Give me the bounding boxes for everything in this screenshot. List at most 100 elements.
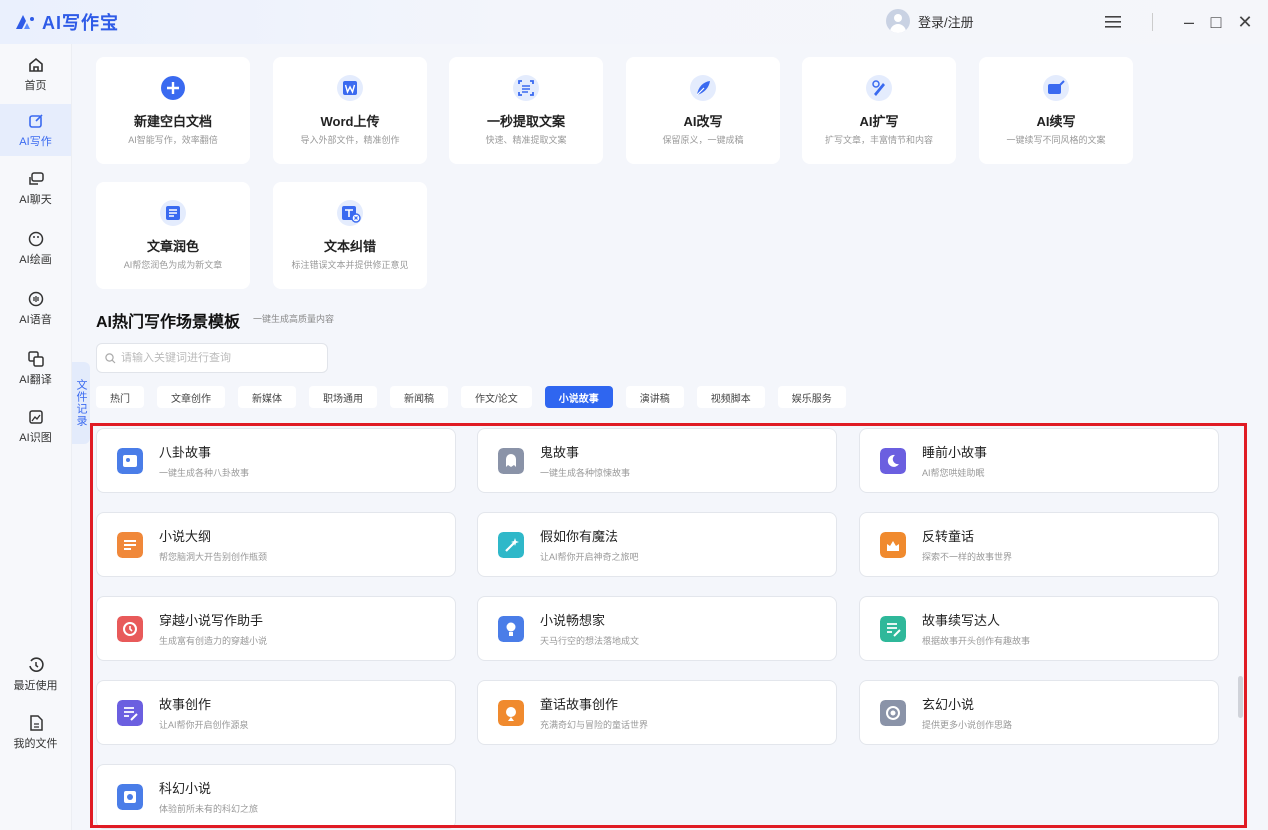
- plus-icon: [161, 76, 185, 100]
- search-input[interactable]: [121, 352, 321, 364]
- template-card[interactable]: 童话故事创作充满奇幻与冒险的童话世界: [477, 680, 837, 745]
- template-card[interactable]: 穿越小说写作助手 生成富有创造力的穿越小说: [96, 596, 456, 661]
- tool-title: AI扩写: [859, 114, 899, 129]
- template-card[interactable]: 故事创作让AI帮你开启创作源泉: [96, 680, 456, 745]
- template-subtitle: 一键生成各种惊悚故事: [540, 468, 631, 478]
- tool-title: AI改写: [683, 114, 723, 129]
- sidebar-item-label: 我的文件: [13, 737, 58, 750]
- template-subtitle: 充满奇幻与冒险的童话世界: [540, 720, 649, 730]
- tool-new-blank-doc[interactable]: 新建空白文档 AI智能写作，效率翻倍: [96, 57, 250, 164]
- tab-video-script[interactable]: 视频脚本: [696, 386, 765, 408]
- tool-ai-rewrite[interactable]: AI改写 保留原义，一键成稿: [626, 57, 780, 164]
- template-card[interactable]: 反转童话 探索不一样的故事世界: [859, 512, 1219, 577]
- template-title: 科幻小说: [159, 781, 212, 796]
- template-subtitle: 提供更多小说创作思路: [922, 720, 1013, 730]
- tab-article[interactable]: 文章创作: [157, 386, 225, 408]
- tab-press-release[interactable]: 新闻稿: [390, 386, 448, 408]
- sidebar-item-home[interactable]: 首页: [0, 48, 71, 100]
- tool-title: 文本纠错: [323, 239, 376, 254]
- fairy-tale-creation-icon: [498, 699, 524, 726]
- sidebar-item-ai-image-recognition[interactable]: AI识图: [0, 400, 71, 452]
- template-search[interactable]: [96, 343, 328, 373]
- template-title: 故事续写达人: [922, 613, 1001, 628]
- template-card[interactable]: 小说大纲 帮您脑洞大开告别创作瓶颈: [96, 512, 456, 577]
- time-travel-icon: [117, 615, 143, 642]
- template-title: 童话故事创作: [540, 697, 619, 712]
- template-subtitle: 体验前所未有的科幻之旅: [159, 804, 259, 814]
- tool-subtitle: 保留原义，一键成稿: [662, 135, 744, 145]
- tab-hot[interactable]: 热门: [96, 386, 144, 408]
- text-correction-icon: [337, 200, 363, 226]
- hamburger-menu-icon[interactable]: [1101, 10, 1125, 34]
- template-title: 鬼故事: [540, 445, 580, 460]
- story-continue-icon: [880, 615, 906, 642]
- tool-ai-expand[interactable]: AI扩写 扩写文章，丰富情节和内容: [802, 57, 956, 164]
- sci-fi-novel-icon: [117, 783, 143, 810]
- tool-extract-text[interactable]: 一秒提取文案 快速、精准提取文案: [449, 57, 603, 164]
- sidebar-item-ai-translate[interactable]: AI翻译: [0, 342, 71, 394]
- sidebar-item-ai-voice[interactable]: AI语音: [0, 282, 71, 334]
- tool-polish-article[interactable]: 文章润色 AI帮您润色为成为新文章: [96, 182, 250, 289]
- home-icon: [28, 57, 43, 72]
- template-card[interactable]: 假如你有魔法 让AI帮你开启神奇之旅吧: [477, 512, 837, 577]
- tab-entertainment[interactable]: 娱乐服务: [777, 386, 846, 408]
- tool-text-correction[interactable]: 文本纠错 标注错误文本并提供修正意见: [273, 182, 427, 289]
- login-button[interactable]: 登录/注册: [886, 9, 974, 33]
- sidebar-item-label: AI聊天: [19, 193, 52, 206]
- voice-icon: [28, 291, 43, 306]
- tool-ai-continue[interactable]: AI续写 一键续写不同风格的文案: [979, 57, 1133, 164]
- app-name: AI写作宝: [42, 13, 119, 33]
- tool-title: 文章润色: [146, 239, 199, 254]
- sidebar-item-ai-writing[interactable]: AI写作: [0, 104, 71, 156]
- tab-essay[interactable]: 作文/论文: [461, 386, 532, 408]
- tab-new-media[interactable]: 新媒体: [238, 386, 296, 408]
- tool-subtitle: 标注错误文本并提供修正意见: [291, 260, 409, 270]
- tab-novel-story[interactable]: 小说故事: [544, 386, 613, 408]
- template-subtitle: 一键生成各种八卦故事: [159, 468, 250, 478]
- tool-word-upload[interactable]: Word上传 导入外部文件，精准创作: [273, 57, 427, 164]
- template-card[interactable]: 玄幻小说提供更多小说创作思路: [859, 680, 1219, 745]
- maximize-button[interactable]: □: [1204, 10, 1228, 34]
- tool-subtitle: 导入外部文件，精准创作: [300, 135, 400, 145]
- sidebar-item-my-files[interactable]: 我的文件: [0, 706, 71, 758]
- ghost-story-icon: [498, 447, 524, 474]
- template-card[interactable]: 八卦故事一键生成各种八卦故事: [96, 428, 456, 493]
- minimize-button[interactable]: –: [1177, 10, 1201, 34]
- tool-title: AI续写: [1036, 114, 1076, 129]
- sidebar-item-label: AI写作: [19, 135, 52, 148]
- template-card[interactable]: 睡前小故事 AI帮您哄娃助眠: [859, 428, 1219, 493]
- sidebar-item-label: 首页: [24, 79, 47, 92]
- template-title: 睡前小故事: [922, 445, 988, 460]
- template-card[interactable]: 小说畅想家 天马行空的想法落地成文: [477, 596, 837, 661]
- tab-workplace[interactable]: 职场通用: [309, 386, 377, 408]
- magic-icon: [498, 531, 524, 558]
- sidebar-item-label: AI识图: [19, 431, 52, 444]
- title-bar: AI写作宝 登录/注册 – □ ✕: [0, 0, 1268, 44]
- template-subtitle: AI帮您哄娃助眠: [922, 468, 985, 478]
- template-title: 玄幻小说: [922, 697, 975, 712]
- edit-icon: [28, 113, 43, 128]
- sidebar-item-ai-painting[interactable]: AI绘画: [0, 222, 71, 274]
- file-records-tab[interactable]: 文件记录: [72, 362, 90, 444]
- story-creation-icon: [117, 699, 143, 726]
- template-title: 故事创作: [159, 697, 212, 712]
- gossip-story-icon: [117, 447, 143, 474]
- sidebar-item-recent[interactable]: 最近使用: [0, 648, 71, 700]
- polish-document-icon: [160, 200, 186, 226]
- template-card[interactable]: 鬼故事一键生成各种惊悚故事: [477, 428, 837, 493]
- tab-speech[interactable]: 演讲稿: [625, 386, 684, 408]
- template-title: 小说大纲: [159, 529, 212, 544]
- bedtime-story-icon: [880, 447, 906, 474]
- scrollbar-thumb[interactable]: [1238, 676, 1243, 718]
- sidebar-item-label: AI绘画: [19, 253, 52, 266]
- novel-outline-icon: [117, 531, 143, 558]
- template-title: 八卦故事: [159, 445, 212, 460]
- app-logo-icon: [16, 15, 34, 29]
- template-subtitle: 让AI帮你开启创作源泉: [159, 720, 249, 730]
- tool-subtitle: 一键续写不同风格的文案: [1006, 135, 1106, 145]
- template-card[interactable]: 科幻小说体验前所未有的科幻之旅: [96, 764, 456, 829]
- sidebar-item-ai-chat[interactable]: AI聊天: [0, 162, 71, 214]
- brand: AI写作宝: [14, 9, 119, 35]
- close-button[interactable]: ✕: [1233, 10, 1257, 34]
- template-card[interactable]: 故事续写达人 根据故事开头创作有趣故事: [859, 596, 1219, 661]
